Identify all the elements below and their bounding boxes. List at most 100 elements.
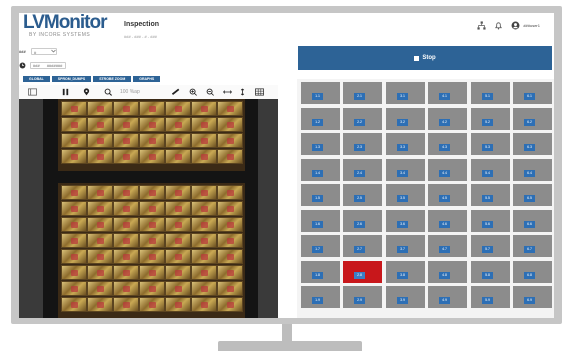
grid-cell[interactable]: 1.5: [301, 184, 340, 206]
grid-cell[interactable]: 2.7: [343, 235, 382, 257]
app-logo[interactable]: LVMonitor BY INCORE SYSTEMS: [21, 13, 113, 43]
product-tile: [191, 281, 217, 296]
grid-cell-label: 3.8: [397, 271, 408, 279]
stop-button[interactable]: Stop: [298, 46, 552, 70]
grid-cell[interactable]: 5.5: [471, 184, 510, 206]
grid-cell[interactable]: 4.3: [428, 133, 467, 155]
zoom-in-icon[interactable]: [189, 88, 198, 96]
grid-cell[interactable]: 3.3: [386, 133, 425, 155]
pause-icon[interactable]: [61, 88, 70, 96]
grid-cell[interactable]: 3.5: [386, 184, 425, 206]
grid-cell[interactable]: 6.8: [513, 260, 552, 283]
product-tile: [191, 233, 217, 248]
camera-image[interactable]: [19, 99, 278, 318]
grid-cell[interactable]: 2.4: [343, 158, 382, 181]
bell-icon[interactable]: [494, 21, 503, 30]
grid-cell[interactable]: 1.8: [301, 260, 340, 283]
grid-cell[interactable]: 1.7: [301, 235, 340, 257]
grid-cell-label: 3.2: [397, 118, 408, 126]
chevron-down-icon[interactable]: [51, 49, 56, 53]
grid-cell-label: 4.6: [439, 220, 450, 228]
grid-cell[interactable]: 3.6: [386, 209, 425, 232]
grid-cell[interactable]: 2.2: [343, 107, 382, 130]
grid-cell[interactable]: 4.7: [428, 235, 467, 257]
grid-cell[interactable]: 1.6: [301, 209, 340, 232]
grid-cell[interactable]: 1.1: [301, 82, 340, 104]
grid-cell[interactable]: 6.3: [513, 133, 552, 155]
tab-graphs[interactable]: GRAPHS: [133, 76, 161, 82]
grid-cell[interactable]: 3.4: [386, 158, 425, 181]
fit-width-icon[interactable]: [223, 88, 232, 96]
product-tile: [61, 233, 87, 248]
product-tile: [61, 133, 87, 148]
control-input[interactable]: ### #######: [30, 61, 66, 69]
grid-cell[interactable]: 6.2: [513, 107, 552, 130]
pin-icon[interactable]: [82, 88, 91, 96]
grid-cell[interactable]: 4.6: [428, 209, 467, 232]
product-tile: [87, 101, 113, 116]
user-name[interactable]: ###user1: [523, 23, 540, 28]
grid-cell[interactable]: 3.1: [386, 82, 425, 104]
product-tile: [87, 233, 113, 248]
fit-height-icon[interactable]: [238, 88, 247, 96]
grid-cell[interactable]: 3.2: [386, 107, 425, 130]
grid-cell[interactable]: 6.1: [513, 82, 552, 104]
grid-cell[interactable]: 2.9: [343, 286, 382, 308]
grid-cell[interactable]: 6.5: [513, 184, 552, 206]
grid-cell[interactable]: 5.6: [471, 209, 510, 232]
grid-cell[interactable]: 5.3: [471, 133, 510, 155]
grid-cell[interactable]: 2.1: [343, 82, 382, 104]
grid-cell[interactable]: 3.7: [386, 235, 425, 257]
product-tile: [217, 185, 243, 200]
grid-cell-label: 1.7: [312, 246, 323, 253]
product-tile: [139, 117, 165, 132]
grid-cell[interactable]: 1.2: [301, 107, 340, 130]
product-tile: [139, 249, 165, 264]
grid-icon[interactable]: [255, 88, 264, 96]
grid-cell-label: 1.4: [312, 169, 323, 177]
user-icon[interactable]: [511, 21, 520, 30]
grid-cell[interactable]: 1.4: [301, 158, 340, 181]
network-icon[interactable]: [477, 21, 486, 30]
grid-cell[interactable]: 5.1: [471, 82, 510, 104]
page-title: Inspection: [124, 21, 160, 28]
grid-cell[interactable]: 2.3: [343, 133, 382, 155]
grid-cell[interactable]: 3.8: [386, 260, 425, 283]
grid-cell[interactable]: 6.6: [513, 209, 552, 232]
grid-cell[interactable]: 6.9: [513, 286, 552, 308]
product-tile: [191, 133, 217, 148]
grid-cell[interactable]: 5.9: [471, 286, 510, 308]
tab-global[interactable]: GLOBAL: [23, 76, 50, 82]
grid-cell-label: 5.6: [482, 220, 493, 228]
grid-cell[interactable]: 4.8: [428, 260, 467, 283]
product-tile: [61, 249, 87, 264]
tab-strobe-zoom[interactable]: STROBE ZOOM: [93, 76, 132, 82]
grid-cell[interactable]: 4.1: [428, 82, 467, 104]
product-tile: [165, 101, 191, 116]
image-toolbar: 100 %ap: [19, 85, 278, 99]
grid-cell-label: 6.8: [524, 271, 535, 279]
grid-cell[interactable]: 5.2: [471, 107, 510, 130]
grid-cell[interactable]: 1.9: [301, 286, 340, 308]
grid-cell[interactable]: 2.5: [343, 184, 382, 206]
grid-cell[interactable]: 4.9: [428, 286, 467, 308]
zoom-icon[interactable]: [104, 88, 113, 96]
tab-sprom-dumps[interactable]: SPROM_DUMPS: [51, 76, 92, 82]
grid-cell[interactable]: 6.4: [513, 158, 552, 181]
grid-cell[interactable]: 5.7: [471, 235, 510, 257]
zoom-out-icon[interactable]: [206, 88, 215, 96]
grid-cell-label: 6.4: [524, 169, 535, 177]
ruler-icon[interactable]: [172, 88, 181, 96]
grid-cell[interactable]: 2.8: [343, 260, 382, 283]
grid-cell[interactable]: 1.3: [301, 133, 340, 155]
grid-cell[interactable]: 5.4: [471, 158, 510, 181]
grid-cell[interactable]: 3.9: [386, 286, 425, 308]
grid-cell[interactable]: 4.5: [428, 184, 467, 206]
grid-cell-label: 2.6: [354, 220, 365, 228]
grid-cell[interactable]: 6.7: [513, 235, 552, 257]
grid-cell[interactable]: 2.6: [343, 209, 382, 232]
layout-icon[interactable]: [28, 88, 37, 96]
grid-cell[interactable]: 4.4: [428, 158, 467, 181]
grid-cell[interactable]: 4.2: [428, 107, 467, 130]
grid-cell[interactable]: 5.8: [471, 260, 510, 283]
